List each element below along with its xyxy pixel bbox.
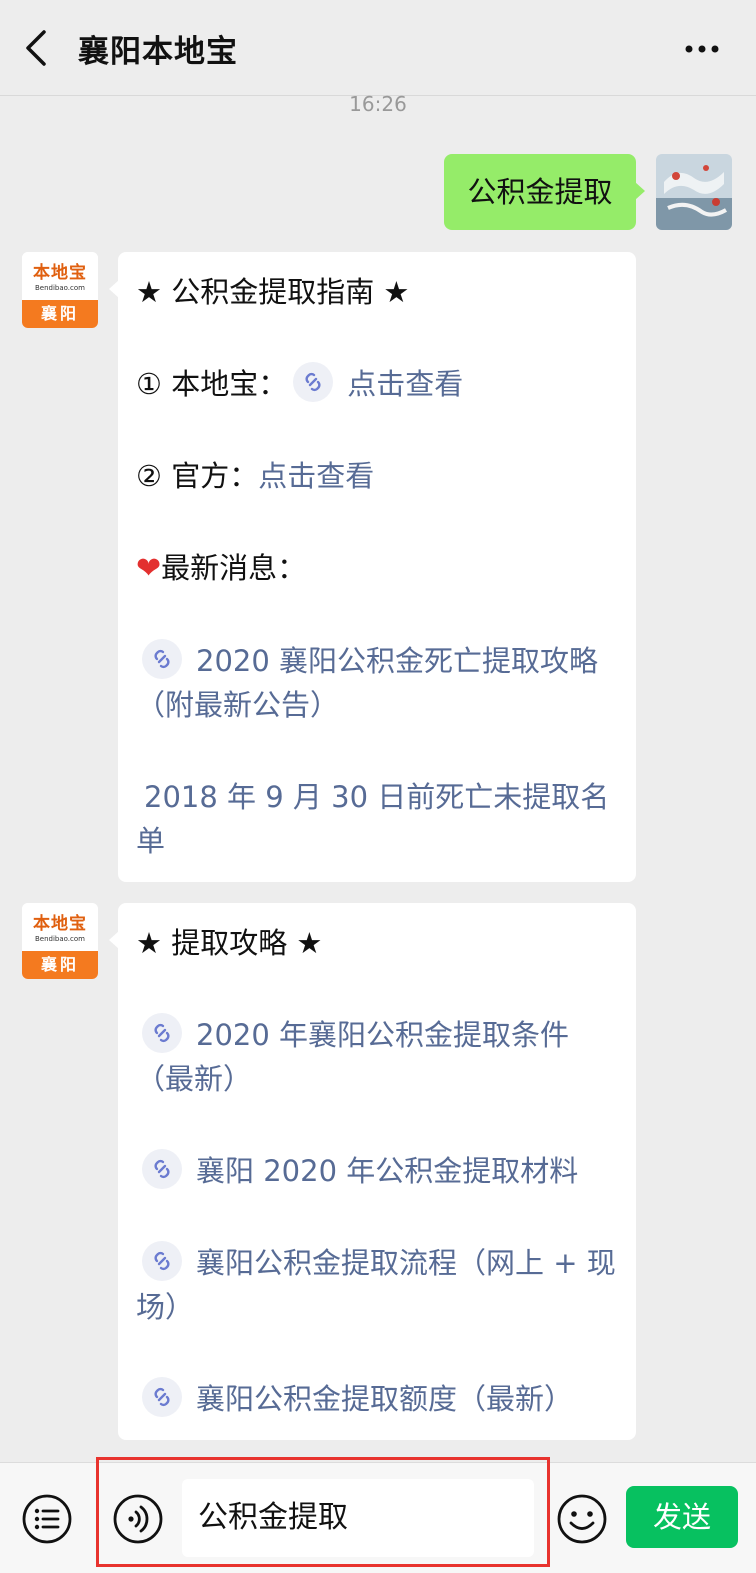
heart-icon: ❤ bbox=[136, 551, 162, 586]
news-link-2[interactable]: 2018 年 9 月 30 日前死亡未提取名单 bbox=[136, 775, 620, 863]
mini-program-link-icon bbox=[142, 639, 182, 679]
mini-program-link-icon bbox=[142, 1149, 182, 1189]
incoming-message-bubble-1: ★ 公积金提取指南 ★ ① 本地宝： 点击查看 ② 官方：点击查看 ❤最新消息： … bbox=[109, 252, 636, 882]
news-link-1[interactable]: 2020 襄阳公积金死亡提取攻略（附最新公告） bbox=[136, 639, 620, 727]
mini-program-link-icon bbox=[293, 362, 334, 402]
oa-logo-name: 本地宝 bbox=[33, 914, 87, 934]
news-link-1-text[interactable]: 2020 襄阳公积金死亡提取攻略（附最新公告） bbox=[136, 644, 598, 722]
chat-title: 襄阳本地宝 bbox=[78, 34, 238, 70]
strategy-title: ★ 提取攻略 ★ bbox=[136, 926, 323, 960]
message-timestamp: 16:26 bbox=[349, 92, 407, 116]
guide-item-2-link[interactable]: 点击查看 bbox=[258, 459, 374, 493]
strategy-link-3-text[interactable]: 襄阳公积金提取流程（网上 + 现场） bbox=[136, 1246, 616, 1324]
highlight-annotation-box bbox=[96, 1457, 550, 1567]
back-chevron-icon[interactable] bbox=[22, 28, 52, 68]
mini-program-link-icon bbox=[142, 1013, 182, 1053]
strategy-link-1[interactable]: 2020 年襄阳公积金提取条件（最新） bbox=[136, 1013, 620, 1101]
user-avatar[interactable] bbox=[656, 154, 732, 230]
guide-title: ★ 公积金提取指南 ★ bbox=[136, 275, 410, 309]
official-account-avatar[interactable]: 本地宝 Bendibao.com 襄阳 bbox=[22, 903, 98, 979]
oa-logo-url: Bendibao.com bbox=[34, 935, 85, 943]
strategy-link-2-text[interactable]: 襄阳 2020 年公积金提取材料 bbox=[196, 1154, 578, 1188]
strategy-link-4-text[interactable]: 襄阳公积金提取额度（最新） bbox=[196, 1382, 573, 1416]
strategy-link-2[interactable]: 襄阳 2020 年公积金提取材料 bbox=[136, 1149, 620, 1193]
guide-item-2: ② 官方：点击查看 bbox=[136, 454, 620, 498]
strategy-link-3[interactable]: 襄阳公积金提取流程（网上 + 现场） bbox=[136, 1241, 620, 1329]
news-heading-label: 最新消息： bbox=[161, 551, 307, 585]
official-account-avatar[interactable]: 本地宝 Bendibao.com 襄阳 bbox=[22, 252, 98, 328]
guide-item-1: ① 本地宝： 点击查看 bbox=[136, 362, 620, 406]
oa-logo-city: 襄阳 bbox=[22, 951, 98, 979]
mini-program-link-icon bbox=[142, 1377, 182, 1417]
emoji-icon[interactable] bbox=[556, 1493, 608, 1545]
news-heading: ❤最新消息： bbox=[136, 546, 620, 591]
chat-screen: 襄阳本地宝 16:26 公积金提取 本地宝 Bendibao.com 襄阳 ★ … bbox=[0, 0, 756, 1573]
send-button[interactable]: 发送 bbox=[626, 1486, 738, 1548]
news-link-2-text[interactable]: 2018 年 9 月 30 日前死亡未提取名单 bbox=[136, 780, 609, 858]
more-dots-icon[interactable] bbox=[684, 44, 720, 54]
top-nav-bar: 襄阳本地宝 bbox=[0, 0, 756, 96]
oa-logo-top: 本地宝 Bendibao.com bbox=[22, 903, 98, 951]
incoming-message-bubble-2: ★ 提取攻略 ★ 2020 年襄阳公积金提取条件（最新） 襄阳 2020 年公积… bbox=[109, 903, 636, 1440]
guide-item-1-prefix: ① 本地宝： bbox=[136, 367, 288, 401]
oa-logo-top: 本地宝 Bendibao.com bbox=[22, 252, 98, 300]
outgoing-message-bubble[interactable]: 公积金提取 bbox=[444, 154, 645, 230]
guide-item-1-link[interactable]: 点击查看 bbox=[347, 367, 463, 401]
oa-logo-city: 襄阳 bbox=[22, 300, 98, 328]
oa-logo-name: 本地宝 bbox=[33, 263, 87, 283]
strategy-link-4[interactable]: 襄阳公积金提取额度（最新） bbox=[136, 1377, 620, 1421]
menu-list-icon[interactable] bbox=[21, 1493, 73, 1545]
oa-logo-url: Bendibao.com bbox=[34, 284, 85, 292]
user-avatar-image bbox=[656, 154, 732, 230]
strategy-link-1-text[interactable]: 2020 年襄阳公积金提取条件（最新） bbox=[136, 1018, 569, 1096]
mini-program-link-icon bbox=[142, 1241, 182, 1281]
guide-item-2-prefix: ② 官方： bbox=[136, 459, 259, 493]
